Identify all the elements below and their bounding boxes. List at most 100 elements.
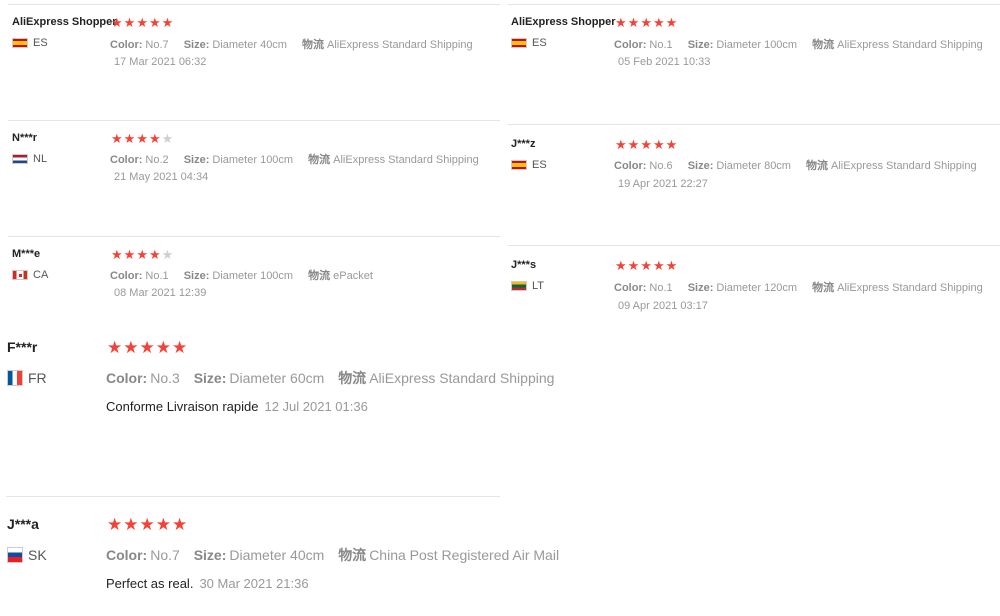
divider [8,236,500,237]
product-info: Color: No.1 Size: Diameter 100cm 物流 AliExpr… [614,36,995,52]
color-key: Color: [614,39,647,51]
divider [508,124,1000,125]
color-value: No.7 [145,39,169,51]
divider [6,496,500,497]
country-code: CA [33,269,49,281]
review-date: 30 Mar 2021 21:36 [199,576,309,591]
color-key: Color: [614,160,647,172]
spain-flag-icon [511,38,527,48]
divider [8,120,500,121]
review-date: 21 May 2021 04:34 [114,171,209,183]
reviewer-name: AliExpress Shopper [511,16,616,28]
rating-stars: ★ ★ ★ ★ ★ [615,138,678,151]
size-value: Diameter 40cm [212,39,287,51]
country-code: FR [28,370,47,386]
size-value: Diameter 120cm [716,282,798,294]
star-icon: ★ [136,131,148,146]
star-icon: ★ [640,15,652,30]
size-value: Diameter 60cm [229,370,325,386]
size-key: Size: [687,160,714,172]
review-date: 12 Jul 2021 01:36 [264,399,368,414]
size-value: Diameter 100cm [212,270,294,282]
shipping-key: 物流 [302,39,325,51]
product-info: Color: No.1 Size: Diameter 120cm 物流 AliExpr… [614,279,995,295]
size-key: Size: [687,39,714,51]
reviewer-country: NL [12,153,47,165]
star-icon: ★ [148,131,161,146]
reviewer-name: J***z [511,138,536,150]
color-value: No.6 [649,160,673,172]
color-key: Color: [110,154,143,166]
star-icon: ★ [615,258,627,273]
star-icon: ★ [123,131,136,146]
size-key: Size: [183,270,210,282]
rating-stars: ★ ★ ★ ★ ★ [107,516,188,533]
review-date: 17 Mar 2021 06:32 [114,56,207,68]
shipping-value: AliExpress Standard Shipping [327,39,473,51]
star-icon: ★ [139,515,155,534]
star-icon: ★ [148,247,161,262]
canada-flag-icon [12,270,28,280]
rating-stars: ★ ★ ★ ★ ★ [111,16,174,29]
reviewer-country: ES [12,37,48,49]
star-icon: ★ [665,15,678,30]
color-value: No.7 [150,547,180,563]
color-value: No.3 [150,370,180,386]
star-icon: ★ [172,515,188,534]
product-info: Color: No.6 Size: Diameter 80cm 物流 AliExpre… [614,157,989,173]
reviewer-name: N***r [12,132,38,144]
rating-stars: ★ ★ ★ ★ ★ [111,132,174,145]
review-date: 19 Apr 2021 22:27 [618,178,708,190]
shipping-key: 物流 [308,154,331,166]
star-icon: ★ [652,258,665,273]
star-icon: ★ [136,247,148,262]
spain-flag-icon [12,38,28,48]
shipping-value: AliExpress Standard Shipping [831,160,977,172]
slovakia-flag-icon [7,547,23,563]
product-info: Color: No.7 Size: Diameter 40cm 物流 China Po… [106,545,569,565]
shipping-value: ePacket [333,270,373,282]
shipping-key: 物流 [812,282,835,294]
star-icon: ★ [627,15,640,30]
star-icon: ★ [148,15,161,30]
size-key: Size: [193,547,227,563]
color-key: Color: [614,282,647,294]
star-icon: ★ [640,137,652,152]
rating-stars: ★ ★ ★ ★ ★ [107,339,188,356]
star-icon: ★ [652,137,665,152]
shipping-value: AliExpress Standard Shipping [837,39,983,51]
country-code: NL [33,153,48,165]
size-value: Diameter 40cm [229,547,325,563]
review-feedback: Conforme Livraison rapide 12 Jul 2021 01:… [106,399,368,414]
size-key: Size: [183,154,210,166]
star-icon: ★ [665,137,678,152]
shipping-value: China Post Registered Air Mail [369,547,560,563]
size-value: Diameter 80cm [716,160,791,172]
star-icon: ★ [652,15,665,30]
rating-stars: ★ ★ ★ ★ ★ [615,259,678,272]
size-key: Size: [183,39,210,51]
review-date: 09 Apr 2021 03:17 [618,300,708,312]
rating-stars: ★ ★ ★ ★ ★ [615,16,678,29]
reviewer-country: ES [511,159,547,171]
star-icon: ★ [627,137,640,152]
star-icon: ★ [161,15,174,30]
star-icon: ★ [111,15,123,30]
reviewer-country: FR [7,370,47,386]
star-empty-icon: ★ [161,247,174,262]
star-icon: ★ [155,338,171,357]
feedback-text: Perfect as real. [106,576,194,591]
reviewer-country: SK [7,547,47,563]
star-icon: ★ [139,338,155,357]
country-code: SK [28,547,47,563]
star-icon: ★ [123,338,139,357]
color-value: No.1 [145,270,169,282]
size-key: Size: [193,370,227,386]
star-icon: ★ [123,515,139,534]
color-key: Color: [110,39,143,51]
reviewer-name: J***a [7,516,39,532]
star-empty-icon: ★ [161,131,174,146]
color-value: No.2 [145,154,169,166]
size-value: Diameter 100cm [716,39,798,51]
reviewer-country: CA [12,269,48,281]
